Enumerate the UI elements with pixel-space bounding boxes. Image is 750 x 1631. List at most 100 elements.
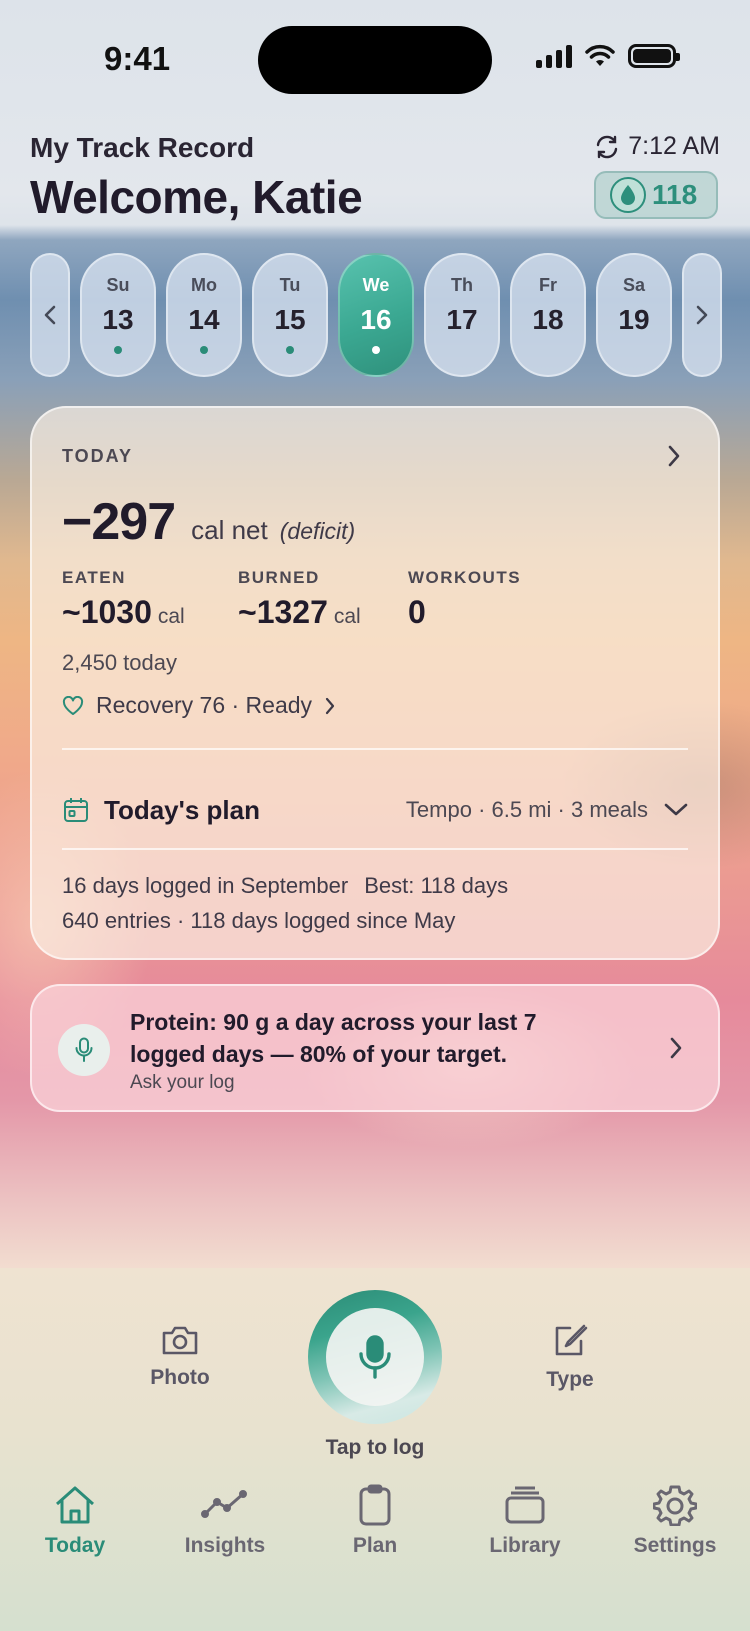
day-name: Th bbox=[451, 275, 473, 295]
workouts-value: 0 bbox=[408, 594, 426, 630]
day-tuesday[interactable]: Tu 15 bbox=[252, 253, 328, 377]
sync-status[interactable]: 7:12 AM bbox=[594, 132, 720, 161]
tab-label: Plan bbox=[352, 1534, 398, 1557]
day-date: 17 bbox=[446, 304, 478, 335]
photo-button[interactable]: Photo bbox=[138, 1324, 222, 1390]
previous-week-button[interactable] bbox=[30, 253, 70, 377]
logged-month: 16 days logged in September bbox=[62, 873, 349, 898]
header-subtitle: My Track Record bbox=[30, 132, 255, 163]
day-thursday[interactable]: Th 17 bbox=[424, 253, 500, 377]
tab-plan[interactable]: Plan bbox=[300, 1484, 450, 1594]
day-wednesday[interactable]: We 16 bbox=[338, 253, 414, 377]
net-calories: −297 cal net (deficit) bbox=[62, 492, 355, 552]
record-voice-button[interactable] bbox=[308, 1290, 442, 1424]
sync-icon bbox=[597, 135, 618, 158]
type-label: Type bbox=[546, 1368, 594, 1391]
compose-icon bbox=[555, 1324, 588, 1356]
tab-label: Insights bbox=[184, 1534, 266, 1557]
tap-to-log-label: Tap to log bbox=[325, 1436, 425, 1459]
ask-your-log-card[interactable]: Protein: 90 g a day across your last 7 l… bbox=[30, 984, 720, 1112]
today-summary-card[interactable]: TODAY −297 cal net (deficit) EATEN ~1030… bbox=[30, 406, 720, 960]
next-week-button[interactable] bbox=[682, 253, 722, 377]
best-streak: Best: 118 days bbox=[364, 873, 509, 898]
day-date: 16 bbox=[360, 304, 392, 335]
divider bbox=[62, 848, 688, 850]
battery-icon bbox=[628, 44, 680, 68]
day-date: 18 bbox=[532, 304, 564, 335]
week-day-strip: Su 13 Mo 14 Tu 15 We 16 Th 17 Fr 18 Sa 1… bbox=[30, 253, 722, 377]
microphone-icon bbox=[58, 1024, 110, 1076]
day-name: Mo bbox=[191, 275, 217, 295]
plan-title: Today's plan bbox=[104, 794, 260, 825]
tab-library[interactable]: Library bbox=[450, 1484, 600, 1594]
sync-time: 7:12 AM bbox=[628, 132, 720, 160]
logged-dot bbox=[286, 346, 294, 354]
chevron-right-icon bbox=[670, 1037, 682, 1059]
plan-summary: Tempo · 6.5 mi · 3 meals bbox=[405, 797, 648, 822]
status-time: 9:41 bbox=[104, 40, 171, 77]
tab-label: Today bbox=[44, 1534, 106, 1557]
dynamic-island bbox=[258, 26, 492, 94]
day-name: Fr bbox=[539, 275, 557, 295]
type-button[interactable]: Type bbox=[528, 1324, 612, 1392]
day-name: Tu bbox=[279, 275, 301, 295]
chevron-right-icon bbox=[696, 305, 708, 325]
home-icon bbox=[56, 1486, 94, 1524]
day-sunday[interactable]: Su 13 bbox=[80, 253, 156, 377]
eaten-label: EATEN bbox=[62, 568, 126, 587]
tab-label: Library bbox=[489, 1534, 561, 1557]
stack-icon bbox=[505, 1486, 545, 1524]
chevron-down-icon[interactable] bbox=[664, 803, 688, 817]
burned-label: BURNED bbox=[238, 568, 320, 587]
logged-dot bbox=[200, 346, 208, 354]
tab-insights[interactable]: Insights bbox=[150, 1484, 300, 1594]
logged-dot bbox=[114, 346, 122, 354]
chevron-right-icon bbox=[325, 697, 335, 714]
day-saturday[interactable]: Sa 19 bbox=[596, 253, 672, 377]
camera-icon bbox=[162, 1326, 198, 1355]
photo-label: Photo bbox=[150, 1366, 210, 1389]
burned-stat: BURNED ~1327 cal bbox=[238, 568, 361, 631]
day-date: 19 bbox=[618, 304, 650, 335]
eaten-value: ~1030 bbox=[62, 594, 152, 630]
tab-today[interactable]: Today bbox=[0, 1484, 150, 1594]
eaten-unit: cal bbox=[157, 605, 185, 628]
drop-icon bbox=[610, 177, 646, 213]
tab-settings[interactable]: Settings bbox=[600, 1484, 750, 1594]
day-name: We bbox=[362, 275, 390, 295]
tab-label: Settings bbox=[633, 1534, 717, 1557]
day-friday[interactable]: Fr 18 bbox=[510, 253, 586, 377]
day-date: 15 bbox=[274, 304, 306, 335]
page-title: Welcome, Katie bbox=[30, 171, 363, 223]
net-unit: cal net bbox=[191, 515, 268, 545]
daily-total: 2,450 today bbox=[62, 650, 177, 675]
todays-plan-row[interactable]: Today's plan Tempo · 6.5 mi · 3 meals bbox=[62, 782, 688, 838]
workouts-stat: WORKOUTS 0 bbox=[408, 568, 521, 631]
chevron-right-icon[interactable] bbox=[666, 444, 682, 468]
day-date: 14 bbox=[188, 304, 220, 335]
day-date: 13 bbox=[102, 304, 134, 335]
card-label: TODAY bbox=[62, 446, 134, 466]
insight-subtitle: Ask your log bbox=[130, 1072, 235, 1093]
eaten-stat: EATEN ~1030 cal bbox=[62, 568, 185, 631]
recovery-text: Recovery 76 · Ready bbox=[96, 692, 313, 718]
cellular-signal-icon bbox=[536, 44, 572, 68]
streak-count: 118 bbox=[652, 179, 698, 210]
day-monday[interactable]: Mo 14 bbox=[166, 253, 242, 377]
insight-text: Protein: 90 g a day across your last 7 l… bbox=[130, 1009, 537, 1067]
wifi-icon bbox=[585, 44, 615, 66]
status-icons bbox=[536, 44, 680, 68]
net-value: −297 bbox=[62, 493, 176, 551]
microphone-icon bbox=[326, 1308, 424, 1406]
tab-bar: Today Insights Plan Library Settings bbox=[0, 1484, 750, 1594]
burned-unit: cal bbox=[333, 605, 361, 628]
workouts-label: WORKOUTS bbox=[408, 568, 522, 587]
divider bbox=[62, 748, 688, 750]
gear-icon bbox=[653, 1485, 697, 1526]
logged-dot bbox=[372, 346, 380, 354]
clipboard-icon bbox=[359, 1484, 391, 1526]
recovery-link[interactable]: Recovery 76 · Ready bbox=[62, 692, 336, 719]
calendar-icon bbox=[64, 798, 88, 822]
streak-badge[interactable]: 118 bbox=[594, 171, 718, 219]
day-name: Sa bbox=[622, 275, 646, 295]
